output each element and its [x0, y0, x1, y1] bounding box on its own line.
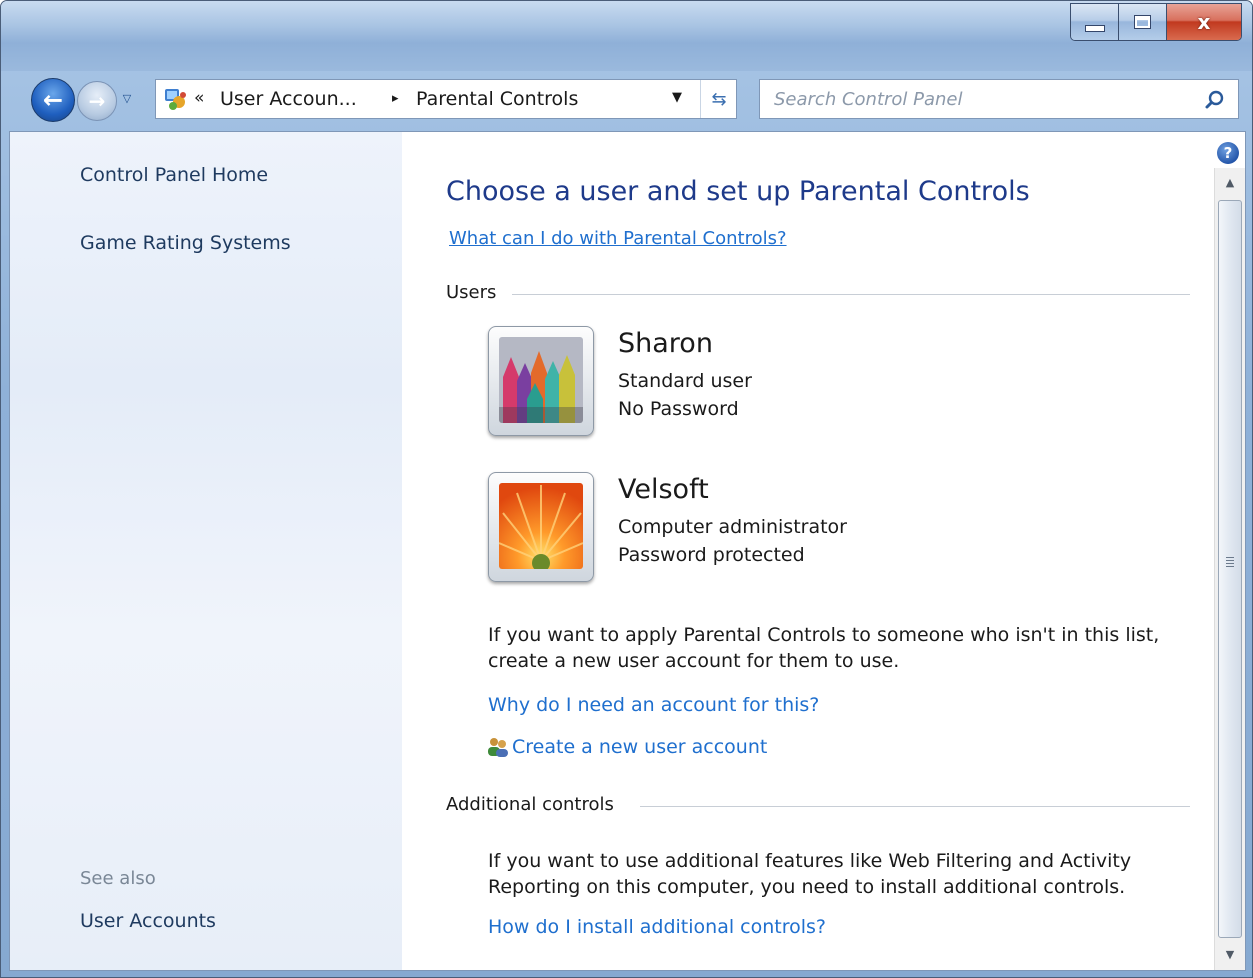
title-bar[interactable] [1, 1, 1252, 71]
recent-pages-button[interactable]: ▽ [119, 89, 135, 109]
close-button[interactable]: x [1167, 4, 1241, 40]
create-account-instructions: If you want to apply Parental Controls t… [488, 624, 1160, 672]
search-input[interactable]: Search Control Panel [774, 89, 963, 110]
caption-buttons: x [1070, 3, 1242, 41]
back-button[interactable]: ← [31, 78, 75, 122]
refresh-icon: ⇆ [711, 88, 727, 110]
chevron-down-icon: ▼ [1225, 948, 1235, 961]
user-password-velsoft: Password protected [618, 544, 805, 566]
control-panel-icon [165, 89, 186, 110]
what-can-i-do-link[interactable]: What can I do with Parental Controls? [449, 228, 787, 249]
chevron-down-icon: ▽ [122, 92, 132, 105]
user-type-sharon: Standard user [618, 370, 752, 392]
breadcrumb-overflow[interactable]: « [194, 88, 204, 108]
breadcrumb-user-accounts[interactable]: User Accoun... [220, 88, 357, 110]
flower-picture-icon [499, 483, 583, 569]
help-icon[interactable]: ? [1217, 142, 1239, 164]
crayons-picture-icon [499, 337, 583, 423]
user-tile-sharon[interactable]: Sharon Standard user No Password [488, 326, 1088, 446]
page-title: Choose a user and set up Parental Contro… [446, 176, 1030, 207]
see-also-heading: See also [80, 868, 156, 889]
create-user-account-link[interactable]: Create a new user account [512, 736, 767, 758]
sidebar-link-user-accounts[interactable]: User Accounts [80, 910, 216, 932]
search-icon[interactable] [1204, 89, 1226, 111]
users-group-divider [512, 294, 1190, 295]
user-name-velsoft[interactable]: Velsoft [618, 474, 709, 505]
window: x ← → ▽ « User Accoun... ▸ Parental Cont… [0, 0, 1253, 978]
why-account-link[interactable]: Why do I need an account for this? [488, 694, 819, 716]
address-bar[interactable]: « User Accoun... ▸ Parental Controls ▼ ⇆ [155, 79, 737, 119]
user-type-velsoft: Computer administrator [618, 516, 847, 538]
sidebar-link-game-rating-systems[interactable]: Game Rating Systems [80, 232, 291, 254]
avatar[interactable] [488, 472, 594, 582]
close-icon: x [1197, 10, 1211, 34]
user-name-sharon[interactable]: Sharon [618, 328, 713, 359]
scrollbar-thumb[interactable] [1218, 200, 1242, 938]
chevron-up-icon: ▲ [1225, 176, 1235, 189]
install-controls-link[interactable]: How do I install additional controls? [488, 916, 826, 938]
navigation-bar: ← → ▽ « User Accoun... ▸ Parental Contro… [1, 75, 1252, 123]
additional-controls-divider [640, 806, 1190, 807]
user-password-sharon: No Password [618, 398, 739, 420]
task-pane: Control Panel Home Game Rating Systems S… [10, 132, 402, 970]
minimize-button[interactable] [1071, 4, 1119, 40]
minimize-icon [1084, 24, 1105, 32]
refresh-button[interactable]: ⇆ [700, 80, 737, 118]
search-box[interactable]: Search Control Panel [759, 79, 1239, 119]
forward-button[interactable]: → [77, 81, 117, 121]
additional-controls-group-label: Additional controls [446, 794, 620, 815]
forward-arrow-icon: → [88, 89, 106, 113]
back-arrow-icon: ← [42, 86, 64, 114]
breadcrumb-separator-icon[interactable]: ▸ [392, 91, 399, 106]
scroll-up-button[interactable]: ▲ [1215, 168, 1245, 198]
user-tile-velsoft[interactable]: Velsoft Computer administrator Password … [488, 472, 1088, 592]
avatar[interactable] [488, 326, 594, 436]
grip-icon [1226, 557, 1234, 567]
breadcrumb-parental-controls[interactable]: Parental Controls [416, 88, 578, 110]
maximize-icon [1135, 16, 1150, 28]
sidebar-link-control-panel-home[interactable]: Control Panel Home [80, 164, 268, 186]
users-group-label: Users [446, 282, 503, 303]
additional-controls-text: If you want to use additional features l… [488, 850, 1132, 898]
scroll-down-button[interactable]: ▼ [1215, 940, 1245, 970]
users-icon [488, 738, 508, 757]
address-dropdown-icon[interactable]: ▼ [672, 90, 682, 105]
vertical-scrollbar[interactable]: ▲ ▼ [1214, 168, 1245, 970]
main-pane: ? Choose a user and set up Parental Cont… [402, 132, 1239, 970]
maximize-button[interactable] [1119, 4, 1167, 40]
content-area: Control Panel Home Game Rating Systems S… [9, 131, 1246, 971]
